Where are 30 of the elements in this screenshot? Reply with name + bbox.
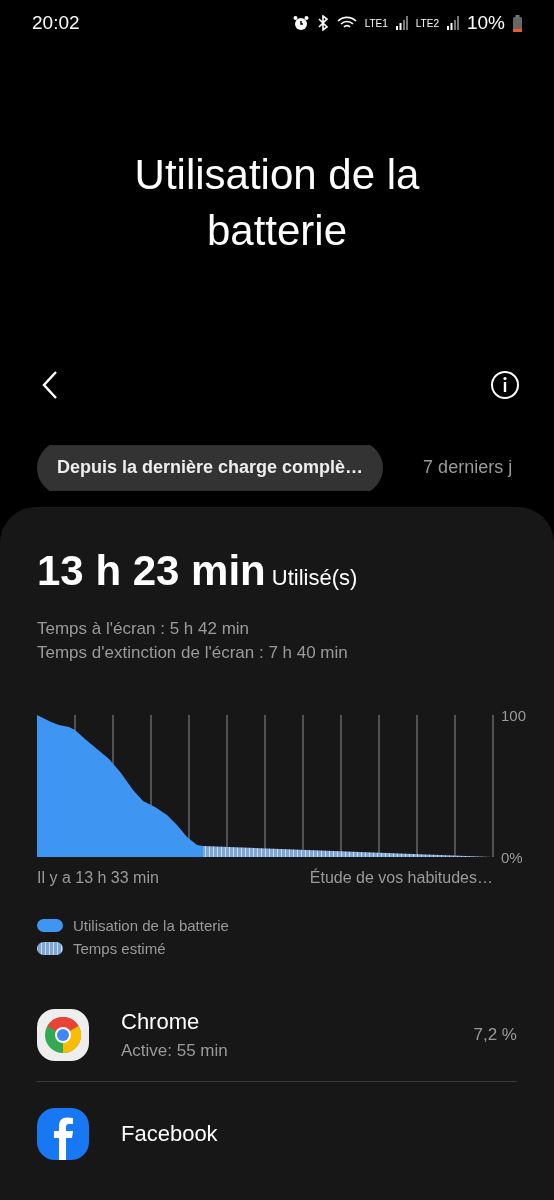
period-tab[interactable]: Depuis la dernière charge complè… <box>37 444 384 491</box>
axis-label: 100 <box>501 706 527 724</box>
network-label: LTE1 <box>364 17 388 29</box>
chrome-logo-icon <box>37 1009 89 1061</box>
app-percent: 7,2 % <box>473 1025 517 1045</box>
app-usage-time: Active: 55 min <box>121 1041 229 1061</box>
usage-detail: Temps d'extinction de l'écran : 7 h 40 min <box>37 643 349 663</box>
legend-swatch-icon <box>37 942 63 955</box>
app-name: Facebook <box>121 1121 219 1147</box>
axis-label: 0% <box>501 848 523 866</box>
battery-percent: 10% <box>466 12 505 35</box>
network-label: LTE2 <box>415 17 439 29</box>
signal-icon <box>446 16 459 31</box>
legend-label: Temps estimé <box>73 940 166 957</box>
bluetooth-icon <box>316 15 329 32</box>
usage-label: Utilisé(s) <box>271 565 358 591</box>
app-name: Chrome <box>121 1009 201 1035</box>
legend-swatch-icon <box>37 919 63 932</box>
facebook-logo-icon <box>37 1108 89 1160</box>
usage-total: 13 h 23 min <box>37 547 266 595</box>
period-tab[interactable]: 7 derniers j <box>403 444 533 491</box>
signal-icon <box>395 16 408 31</box>
alarm-icon <box>292 15 309 32</box>
page-title: Utilisation de la batterie <box>133 149 421 256</box>
battery-icon <box>513 14 522 32</box>
usage-detail: Temps à l'écran : 5 h 42 min <box>37 619 251 639</box>
chart-end-label: Étude de vos habitudes… <box>309 869 493 887</box>
status-time: 20:02 <box>32 12 80 35</box>
chart-start-label: Il y a 13 h 33 min <box>37 869 159 887</box>
legend-label: Utilisation de la batterie <box>73 917 229 934</box>
